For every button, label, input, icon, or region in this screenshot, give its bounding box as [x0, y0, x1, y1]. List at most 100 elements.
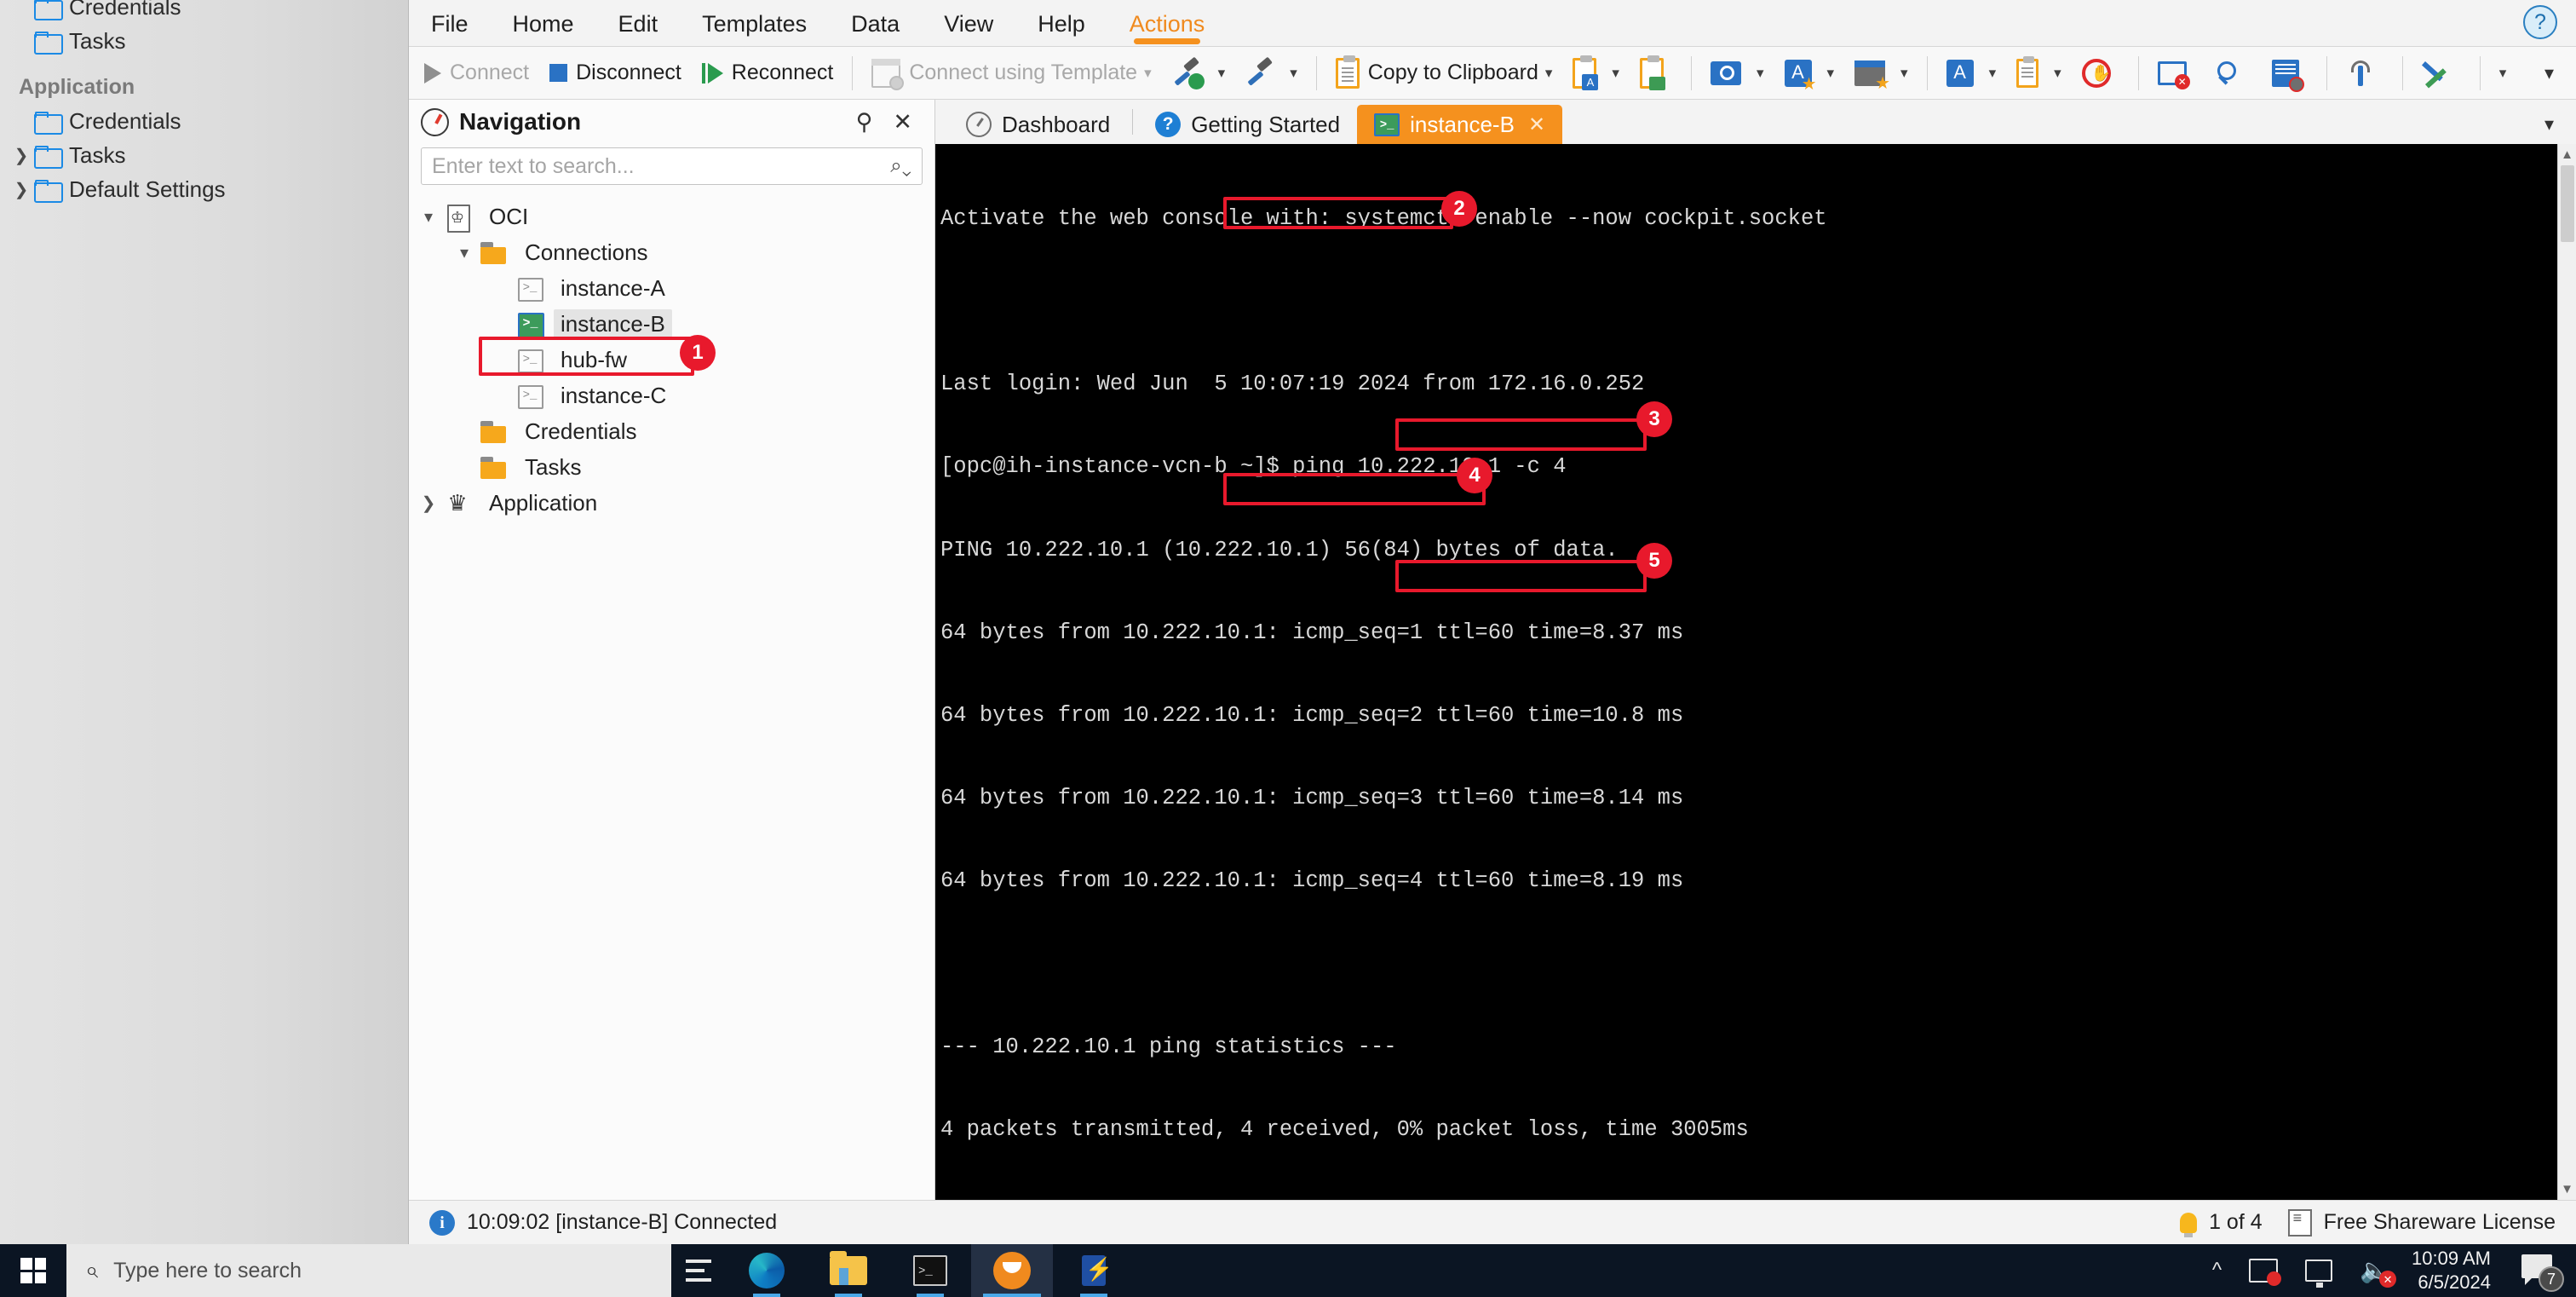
- annotation-badge-3: 3: [1636, 401, 1672, 437]
- taskbar-clock[interactable]: 10:09 AM 6/5/2024: [2403, 1247, 2508, 1294]
- external-tool-run-button[interactable]: ▾: [1162, 50, 1236, 96]
- menu-tab-file[interactable]: File: [409, 2, 491, 46]
- help-icon[interactable]: ?: [2523, 5, 2557, 39]
- disconnect-button[interactable]: Disconnect: [539, 50, 692, 96]
- menu-tab-help[interactable]: Help: [1015, 2, 1107, 46]
- connect-button[interactable]: Connect: [414, 50, 539, 96]
- chevron-down-icon[interactable]: ▾: [1545, 65, 1553, 82]
- shuffle-button[interactable]: [2412, 50, 2471, 96]
- chevron-down-icon[interactable]: ▾: [1900, 65, 1908, 82]
- toolbar-divider: [2401, 55, 2403, 90]
- tray-sync-button[interactable]: [2235, 1259, 2291, 1286]
- bg-tree-item-credentials-top[interactable]: Credentials: [0, 0, 409, 24]
- terminal-scrollbar[interactable]: ▲ ▼: [2557, 144, 2576, 1200]
- terminal-wrapper: Activate the web console with: systemctl…: [935, 144, 2576, 1200]
- connect-using-template-button[interactable]: Connect using Template ▾: [861, 50, 1161, 96]
- font-button[interactable]: A ▾: [1936, 50, 2007, 96]
- tree-item-instance-b[interactable]: instance-B: [409, 306, 934, 342]
- tray-volume-button[interactable]: 🔈 ✕: [2346, 1259, 2403, 1288]
- broadcast-button[interactable]: [2336, 50, 2394, 96]
- taskbar-app-file-explorer[interactable]: [808, 1244, 889, 1297]
- toolbar-overflow-caret[interactable]: ▾: [2544, 62, 2554, 84]
- chevron-down-icon[interactable]: ▾: [1144, 65, 1152, 82]
- screen-disconnect-button[interactable]: ✕: [2148, 50, 2205, 96]
- chevron-down-icon[interactable]: ▾: [1989, 65, 1997, 82]
- taskbar-app-mremoteng[interactable]: [971, 1244, 1053, 1297]
- copy-image-button[interactable]: [1630, 50, 1682, 96]
- taskbar-search[interactable]: ⌕ Type here to search: [66, 1244, 671, 1297]
- close-icon[interactable]: ✕: [1528, 112, 1545, 137]
- reconnect-button[interactable]: Reconnect: [692, 50, 844, 96]
- toolbar-group-overflow-button[interactable]: ▾: [2489, 50, 2517, 96]
- tab-getting-started[interactable]: ? Getting Started: [1138, 105, 1357, 144]
- chevron-down-icon[interactable]: ▾: [450, 242, 479, 263]
- menu-tab-actions[interactable]: Actions: [1107, 2, 1228, 46]
- bg-tree-item-tasks-top[interactable]: Tasks: [0, 24, 409, 58]
- menu-tab-view[interactable]: View: [922, 2, 1015, 46]
- chevron-down-icon[interactable]: ▾: [1757, 65, 1764, 82]
- tabstrip-overflow-caret[interactable]: ▾: [2544, 113, 2554, 135]
- stop-hand-button[interactable]: ✋: [2072, 50, 2130, 96]
- navigation-search-box[interactable]: ⌕⌄: [421, 147, 923, 185]
- menu-tab-edit[interactable]: Edit: [596, 2, 681, 46]
- screenshot-button[interactable]: ▾: [1700, 50, 1774, 96]
- start-button[interactable]: [0, 1244, 66, 1297]
- terminal-output[interactable]: Activate the web console with: systemctl…: [935, 144, 2557, 1200]
- scroll-up-icon[interactable]: ▲: [2561, 147, 2573, 162]
- tray-expand-button[interactable]: ^: [2199, 1259, 2235, 1283]
- menu-tab-data[interactable]: Data: [829, 2, 922, 46]
- copy-to-clipboard-button[interactable]: Copy to Clipboard ▾: [1325, 50, 1563, 96]
- annotation-badge-5: 5: [1636, 543, 1672, 579]
- screen-disconnect-icon: ✕: [2157, 61, 2190, 89]
- bg-tree-item-credentials[interactable]: Credentials: [0, 104, 409, 138]
- tree-item-hub-fw[interactable]: hub-fw: [409, 342, 934, 378]
- menu-tab-home[interactable]: Home: [491, 2, 596, 46]
- bg-tree-label: Default Settings: [69, 176, 226, 202]
- chevron-down-icon[interactable]: ▾: [1827, 65, 1835, 82]
- chevron-down-icon[interactable]: ▾: [1290, 65, 1297, 82]
- taskbar-app-edge[interactable]: [726, 1244, 808, 1297]
- font-favorite-button[interactable]: A ★ ▾: [1774, 50, 1845, 96]
- tab-dashboard[interactable]: Dashboard: [949, 105, 1127, 144]
- close-icon[interactable]: ✕: [883, 109, 923, 135]
- toolbar-divider: [2137, 55, 2139, 90]
- terminal-icon: [515, 275, 543, 302]
- chevron-right-icon[interactable]: ❯: [9, 179, 34, 200]
- chevron-down-icon[interactable]: ▾: [1218, 65, 1226, 82]
- scroll-down-icon[interactable]: ▼: [2561, 1182, 2573, 1196]
- tree-item-instance-a[interactable]: instance-A: [409, 270, 934, 306]
- lightbulb-icon[interactable]: [2180, 1212, 2198, 1237]
- action-center-button[interactable]: 7: [2508, 1254, 2569, 1292]
- copy-text-button[interactable]: A ▾: [1562, 50, 1630, 96]
- chevron-down-icon[interactable]: ▾: [2054, 65, 2061, 82]
- tab-instance-b[interactable]: >_ instance-B ✕: [1357, 105, 1563, 144]
- task-view-button[interactable]: [671, 1244, 726, 1297]
- bg-tree-item-default-settings[interactable]: ❯ Default Settings: [0, 172, 409, 206]
- menu-tab-templates[interactable]: Templates: [680, 2, 829, 46]
- chevron-down-icon[interactable]: ▾: [2499, 65, 2507, 82]
- record-log-button[interactable]: [2262, 50, 2318, 96]
- search-button[interactable]: [2205, 50, 2262, 96]
- clipboard-plain-button[interactable]: ▾: [2006, 50, 2072, 96]
- tree-item-connections[interactable]: ▾ Connections: [409, 234, 934, 270]
- chevron-down-icon[interactable]: ▾: [1612, 65, 1619, 82]
- tree-item-instance-c[interactable]: instance-C: [409, 378, 934, 413]
- tray-network-button[interactable]: [2291, 1260, 2346, 1288]
- tree-item-credentials[interactable]: Credentials: [409, 413, 934, 449]
- scrollbar-thumb[interactable]: [2560, 165, 2574, 242]
- tree-item-oci[interactable]: ▾ OCI: [409, 199, 934, 234]
- pin-icon[interactable]: ⚲: [846, 109, 883, 135]
- chevron-right-icon[interactable]: ❯: [414, 493, 443, 514]
- connect-label: Connect: [450, 61, 530, 84]
- chevron-down-icon[interactable]: ▾: [414, 206, 443, 228]
- taskbar-app-putty[interactable]: [1053, 1244, 1135, 1297]
- bg-tree-item-tasks[interactable]: ❯ Tasks: [0, 138, 409, 172]
- search-icon[interactable]: ⌕⌄: [890, 154, 911, 178]
- taskbar-app-terminal[interactable]: >_: [889, 1244, 971, 1297]
- tree-item-application[interactable]: ❯ Application: [409, 485, 934, 521]
- chevron-right-icon[interactable]: ❯: [9, 145, 34, 166]
- external-tool-button[interactable]: ▾: [1235, 50, 1308, 96]
- search-input[interactable]: [432, 153, 891, 179]
- tree-item-tasks[interactable]: Tasks: [409, 449, 934, 485]
- screen-favorite-button[interactable]: ★ ▾: [1844, 50, 1918, 96]
